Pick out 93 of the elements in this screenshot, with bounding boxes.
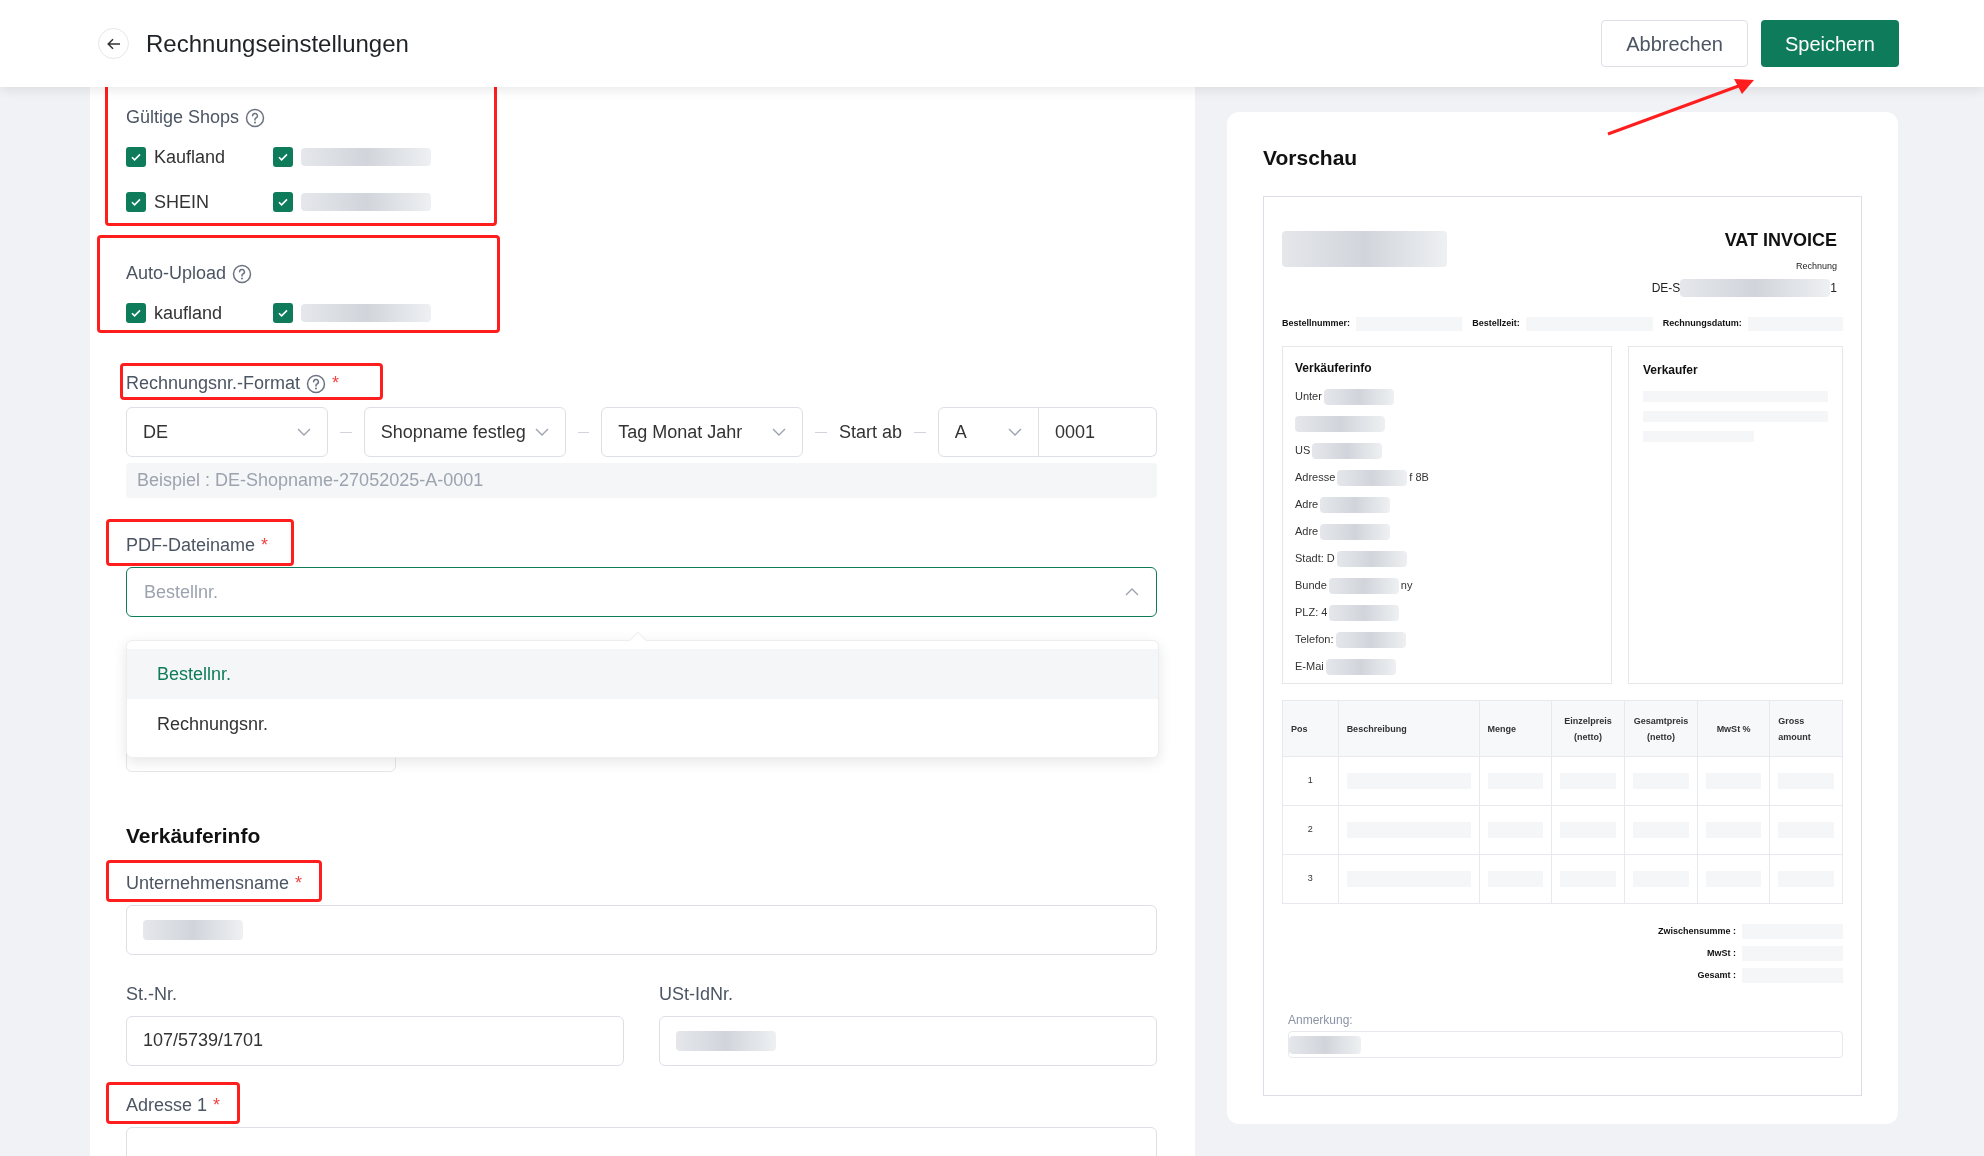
invoice-number: DE-S <box>1651 280 1681 297</box>
redacted-block <box>1320 523 1391 540</box>
checkbox[interactable] <box>273 192 293 212</box>
note-label: Anmerkung: <box>1288 1012 1354 1029</box>
total-label: Zwischensumme : <box>1657 924 1736 938</box>
field-label: Auto-Upload <box>126 262 227 285</box>
text-input[interactable] <box>659 1015 1157 1066</box>
help-icon[interactable] <box>245 107 266 128</box>
redacted-block <box>1328 577 1399 594</box>
table-cell: 2 <box>1282 805 1339 855</box>
text-input[interactable]: 107/5739/1701 <box>126 1015 624 1066</box>
invoice-heading: VAT INVOICE <box>1724 228 1837 252</box>
start-number-field[interactable]: 0001 <box>1039 407 1157 457</box>
cancel-button[interactable]: Abbrechen <box>1601 20 1748 67</box>
seller-line: f 8B <box>1409 470 1429 486</box>
redacted-block <box>1323 388 1394 405</box>
invoice-number-label: Rechnung <box>1795 259 1837 273</box>
back-arrow-icon <box>106 37 121 50</box>
seller-line: E-Mai <box>1295 659 1324 675</box>
preview-title: Vorschau <box>1263 145 1359 171</box>
meta-label: Rechnungsdatum: <box>1662 317 1742 331</box>
checkbox[interactable] <box>126 303 146 323</box>
field-label: Rechnungsnr.-Format <box>126 372 301 395</box>
checkbox[interactable] <box>273 147 293 167</box>
seller-line: PLZ: 4 <box>1295 605 1328 621</box>
shop-label: SHEIN <box>154 190 209 214</box>
meta-label: Bestellnummer: <box>1282 317 1351 331</box>
seller-line: Telefon: <box>1295 632 1334 648</box>
chevron-icon <box>772 428 787 436</box>
column-header: MwSt % <box>1697 700 1770 757</box>
redacted-block <box>1337 469 1408 486</box>
select-field[interactable]: Tag Monat Jahr <box>601 407 804 457</box>
redacted-block <box>1320 496 1391 513</box>
help-icon[interactable] <box>306 373 327 394</box>
seller-line: Stadt: D <box>1295 551 1335 567</box>
select-field[interactable]: A <box>937 407 1040 457</box>
chevron-icon <box>534 428 549 436</box>
chevron-icon <box>1008 428 1023 436</box>
checkbox[interactable] <box>126 147 146 167</box>
total-label: MwSt : <box>1707 946 1736 960</box>
table-cell: 3 <box>1282 854 1339 904</box>
column-header: Einzelpreis (netto) <box>1551 700 1625 757</box>
redacted-block <box>1329 604 1400 621</box>
page-title: Rechnungseinstellungen <box>146 28 409 59</box>
checkbox[interactable] <box>273 303 293 323</box>
help-icon[interactable] <box>232 263 253 284</box>
checkbox[interactable] <box>126 192 146 212</box>
redacted-block <box>1289 1035 1361 1054</box>
field-label: Gültige Shops <box>126 106 240 129</box>
box-title: Verkäuferinfo <box>1295 360 1373 377</box>
field-label: St.-Nr. <box>126 982 177 1006</box>
dropdown-option[interactable]: Rechnungsnr. <box>127 699 1158 749</box>
column-header: Pos <box>1282 700 1339 757</box>
seller-line: Adre <box>1295 497 1319 513</box>
seller-line: Adresse <box>1295 470 1336 486</box>
required-mark: * <box>295 871 303 895</box>
seller-line: ny <box>1400 578 1413 594</box>
table-cell: 1 <box>1282 756 1339 806</box>
section-heading: Verkäuferinfo <box>126 823 262 849</box>
text-input[interactable] <box>126 904 1157 955</box>
field-label: Adresse 1 <box>126 1093 208 1117</box>
redacted-block <box>1312 442 1383 459</box>
seller-line: US <box>1295 443 1311 459</box>
redacted-block <box>1325 658 1396 675</box>
chevron-icon <box>1125 588 1139 596</box>
redacted-block <box>1335 631 1406 648</box>
box-title: Verkaufer <box>1643 362 1699 379</box>
dropdown-option[interactable]: Bestellnr. <box>127 649 1158 699</box>
example-text: Beispiel : DE-Shopname-27052025-A-0001 <box>126 463 1157 498</box>
shop-label: Kaufland <box>154 145 226 169</box>
field-label: Unternehmensname <box>126 871 290 895</box>
meta-label: Bestellzeit: <box>1472 317 1520 331</box>
chevron-icon <box>296 428 311 436</box>
seller-line: Adre <box>1295 524 1319 540</box>
select-field[interactable]: Shopname festleg <box>363 407 566 457</box>
seller-line: Bunde <box>1295 578 1327 594</box>
required-mark: * <box>332 372 340 395</box>
redacted-block <box>1336 550 1407 567</box>
select-field[interactable]: DE <box>126 407 328 457</box>
shop-label: kaufland <box>154 301 223 325</box>
column-header: Beschreibung <box>1338 700 1480 757</box>
start-label: Start ab <box>838 420 902 444</box>
total-label: Gesamt : <box>1697 968 1736 982</box>
column-header: Gross amount <box>1769 700 1843 757</box>
column-header: Gesamtpreis (netto) <box>1624 700 1698 757</box>
required-mark: * <box>261 534 269 557</box>
field-label: PDF-Dateiname <box>126 534 256 557</box>
invoice-number: 1 <box>1830 280 1837 297</box>
required-mark: * <box>213 1093 221 1117</box>
field-label: USt-IdNr. <box>659 982 733 1006</box>
save-button[interactable]: Speichern <box>1760 20 1899 67</box>
seller-line: Unter <box>1295 389 1322 405</box>
column-header: Menge <box>1479 700 1552 757</box>
